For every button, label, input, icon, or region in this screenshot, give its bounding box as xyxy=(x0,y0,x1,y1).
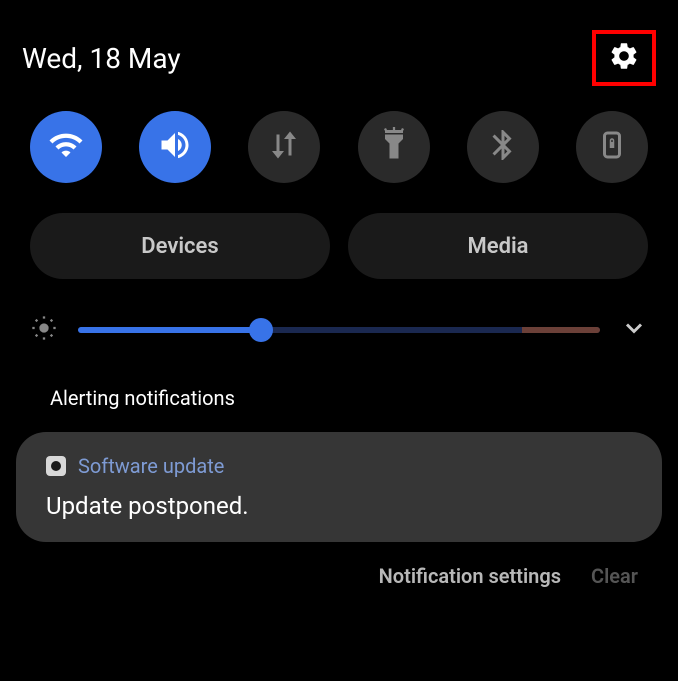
devices-button[interactable]: Devices xyxy=(30,213,330,279)
clear-link[interactable]: Clear xyxy=(591,564,638,588)
gear-icon[interactable] xyxy=(608,40,640,76)
rotation-lock-icon xyxy=(594,127,630,167)
speaker-icon xyxy=(157,127,193,167)
alerting-section-header: Alerting notifications xyxy=(0,376,678,420)
brightness-slider[interactable] xyxy=(78,320,600,340)
sound-toggle[interactable] xyxy=(139,111,211,183)
wifi-toggle[interactable] xyxy=(30,111,102,183)
data-arrows-icon xyxy=(266,127,302,167)
settings-highlight xyxy=(592,30,656,86)
software-update-icon xyxy=(46,456,66,476)
date-label: Wed, 18 May xyxy=(22,42,181,75)
notification-card[interactable]: Software update Update postponed. xyxy=(16,432,662,542)
bluetooth-icon xyxy=(485,127,521,167)
notification-settings-link[interactable]: Notification settings xyxy=(379,564,561,588)
notification-app-name: Software update xyxy=(78,454,224,478)
wifi-icon xyxy=(48,127,84,167)
chevron-down-icon[interactable] xyxy=(620,314,648,346)
brightness-icon xyxy=(30,314,58,346)
flashlight-toggle[interactable] xyxy=(358,111,430,183)
media-button[interactable]: Media xyxy=(348,213,648,279)
flashlight-icon xyxy=(376,127,412,167)
bluetooth-toggle[interactable] xyxy=(467,111,539,183)
mobile-data-toggle[interactable] xyxy=(248,111,320,183)
slider-thumb[interactable] xyxy=(249,318,273,342)
rotation-lock-toggle[interactable] xyxy=(576,111,648,183)
notification-body: Update postponed. xyxy=(46,492,632,520)
